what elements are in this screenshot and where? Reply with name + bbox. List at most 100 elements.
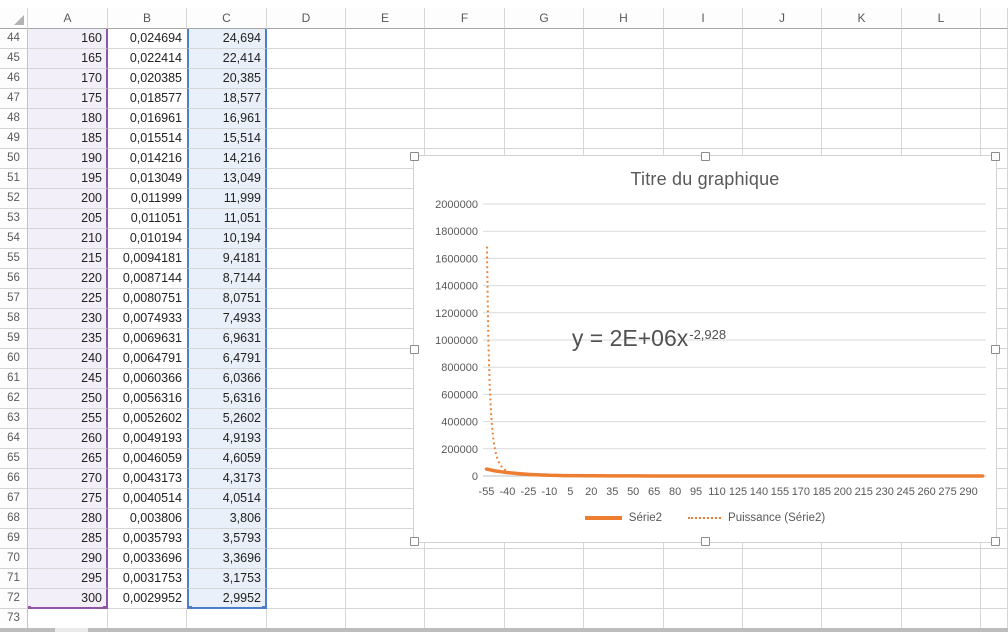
cell[interactable]: 220 [28, 269, 108, 289]
cell[interactable]: 165 [28, 49, 108, 69]
cell[interactable]: 295 [28, 569, 108, 589]
cell[interactable]: 0,020385 [108, 69, 187, 89]
cell[interactable]: 0,0033696 [108, 549, 187, 569]
cell[interactable]: 0,0052602 [108, 409, 187, 429]
cell[interactable] [664, 589, 743, 609]
cell[interactable]: 13,049 [187, 169, 267, 189]
row-header[interactable]: 69 [0, 529, 28, 549]
cell[interactable] [822, 69, 902, 89]
row-header[interactable]: 58 [0, 309, 28, 329]
column-header-L[interactable]: L [902, 8, 981, 29]
cell[interactable] [346, 69, 425, 89]
cell[interactable] [822, 89, 902, 109]
cell[interactable] [584, 69, 664, 89]
cell[interactable]: 185 [28, 129, 108, 149]
cell[interactable] [584, 569, 664, 589]
cell[interactable] [743, 89, 822, 109]
cell[interactable]: 230 [28, 309, 108, 329]
cell[interactable] [505, 129, 584, 149]
cell[interactable] [505, 549, 584, 569]
cell[interactable] [981, 49, 1008, 69]
chart-resize-handle[interactable] [701, 152, 710, 161]
cell[interactable] [743, 549, 822, 569]
cell[interactable] [822, 569, 902, 589]
row-header[interactable]: 50 [0, 149, 28, 169]
cell[interactable] [981, 589, 1008, 609]
cell[interactable] [822, 29, 902, 49]
cell[interactable] [267, 49, 346, 69]
column-header-A[interactable]: A [28, 8, 108, 29]
cell[interactable] [425, 129, 505, 149]
cell[interactable]: 11,999 [187, 189, 267, 209]
cell[interactable]: 0,0035793 [108, 529, 187, 549]
cell[interactable]: 250 [28, 389, 108, 409]
cell[interactable] [743, 569, 822, 589]
trendline-dotted[interactable] [485, 246, 982, 477]
row-header[interactable]: 45 [0, 49, 28, 69]
row-header[interactable]: 68 [0, 509, 28, 529]
cell[interactable] [664, 549, 743, 569]
cell[interactable]: 0,0043173 [108, 469, 187, 489]
cell[interactable]: 6,9631 [187, 329, 267, 349]
cell[interactable]: 8,0751 [187, 289, 267, 309]
cell[interactable] [743, 49, 822, 69]
cell[interactable]: 0,011999 [108, 189, 187, 209]
row-header[interactable]: 56 [0, 269, 28, 289]
cell[interactable]: 265 [28, 449, 108, 469]
cell[interactable]: 0,0074933 [108, 309, 187, 329]
cell[interactable] [267, 189, 346, 209]
cell[interactable]: 300 [28, 589, 108, 609]
cell[interactable] [822, 549, 902, 569]
cell[interactable]: 210 [28, 229, 108, 249]
row-header[interactable]: 47 [0, 89, 28, 109]
row-header[interactable]: 48 [0, 109, 28, 129]
cell[interactable] [505, 49, 584, 69]
cell[interactable] [743, 589, 822, 609]
cell[interactable] [346, 569, 425, 589]
cell[interactable]: 0,0060366 [108, 369, 187, 389]
cell[interactable] [584, 589, 664, 609]
cell[interactable] [505, 69, 584, 89]
cell[interactable] [267, 569, 346, 589]
cell[interactable] [346, 589, 425, 609]
cell[interactable] [425, 89, 505, 109]
cell[interactable]: 255 [28, 409, 108, 429]
cell[interactable]: 22,414 [187, 49, 267, 69]
cell[interactable] [267, 269, 346, 289]
cell[interactable]: 4,3173 [187, 469, 267, 489]
cell[interactable] [743, 69, 822, 89]
chart-resize-handle[interactable] [701, 537, 710, 546]
trendline-equation[interactable]: y = 2E+06x-2,928 [534, 325, 764, 352]
cell[interactable]: 0,003806 [108, 509, 187, 529]
cell[interactable]: 0,0080751 [108, 289, 187, 309]
column-header-B[interactable]: B [108, 8, 187, 29]
cell[interactable] [267, 69, 346, 89]
cell[interactable]: 0,0029952 [108, 589, 187, 609]
cell[interactable]: 245 [28, 369, 108, 389]
cell[interactable] [981, 29, 1008, 49]
cell[interactable] [425, 49, 505, 69]
legend-item-puissance[interactable]: Puissance (Série2) [688, 512, 825, 524]
cell[interactable]: 180 [28, 109, 108, 129]
row-header[interactable]: 70 [0, 549, 28, 569]
cell[interactable]: 200 [28, 189, 108, 209]
cell[interactable]: 0,011051 [108, 209, 187, 229]
row-header[interactable]: 62 [0, 389, 28, 409]
column-header-J[interactable]: J [743, 8, 822, 29]
cell[interactable]: 175 [28, 89, 108, 109]
cell[interactable]: 190 [28, 149, 108, 169]
cell[interactable]: 0,0031753 [108, 569, 187, 589]
cell[interactable] [664, 129, 743, 149]
cell[interactable]: 5,2602 [187, 409, 267, 429]
cell[interactable]: 0,0056316 [108, 389, 187, 409]
cell[interactable]: 290 [28, 549, 108, 569]
row-header[interactable]: 64 [0, 429, 28, 449]
cell[interactable]: 3,1753 [187, 569, 267, 589]
cell[interactable]: 205 [28, 209, 108, 229]
cell[interactable] [346, 109, 425, 129]
column-header-partial[interactable] [981, 8, 1008, 29]
cell[interactable] [425, 29, 505, 49]
row-header[interactable]: 66 [0, 469, 28, 489]
chart-resize-handle[interactable] [991, 152, 1000, 161]
chart[interactable]: Titre du graphique 0 200000 400000 600000 80… [410, 152, 1000, 546]
